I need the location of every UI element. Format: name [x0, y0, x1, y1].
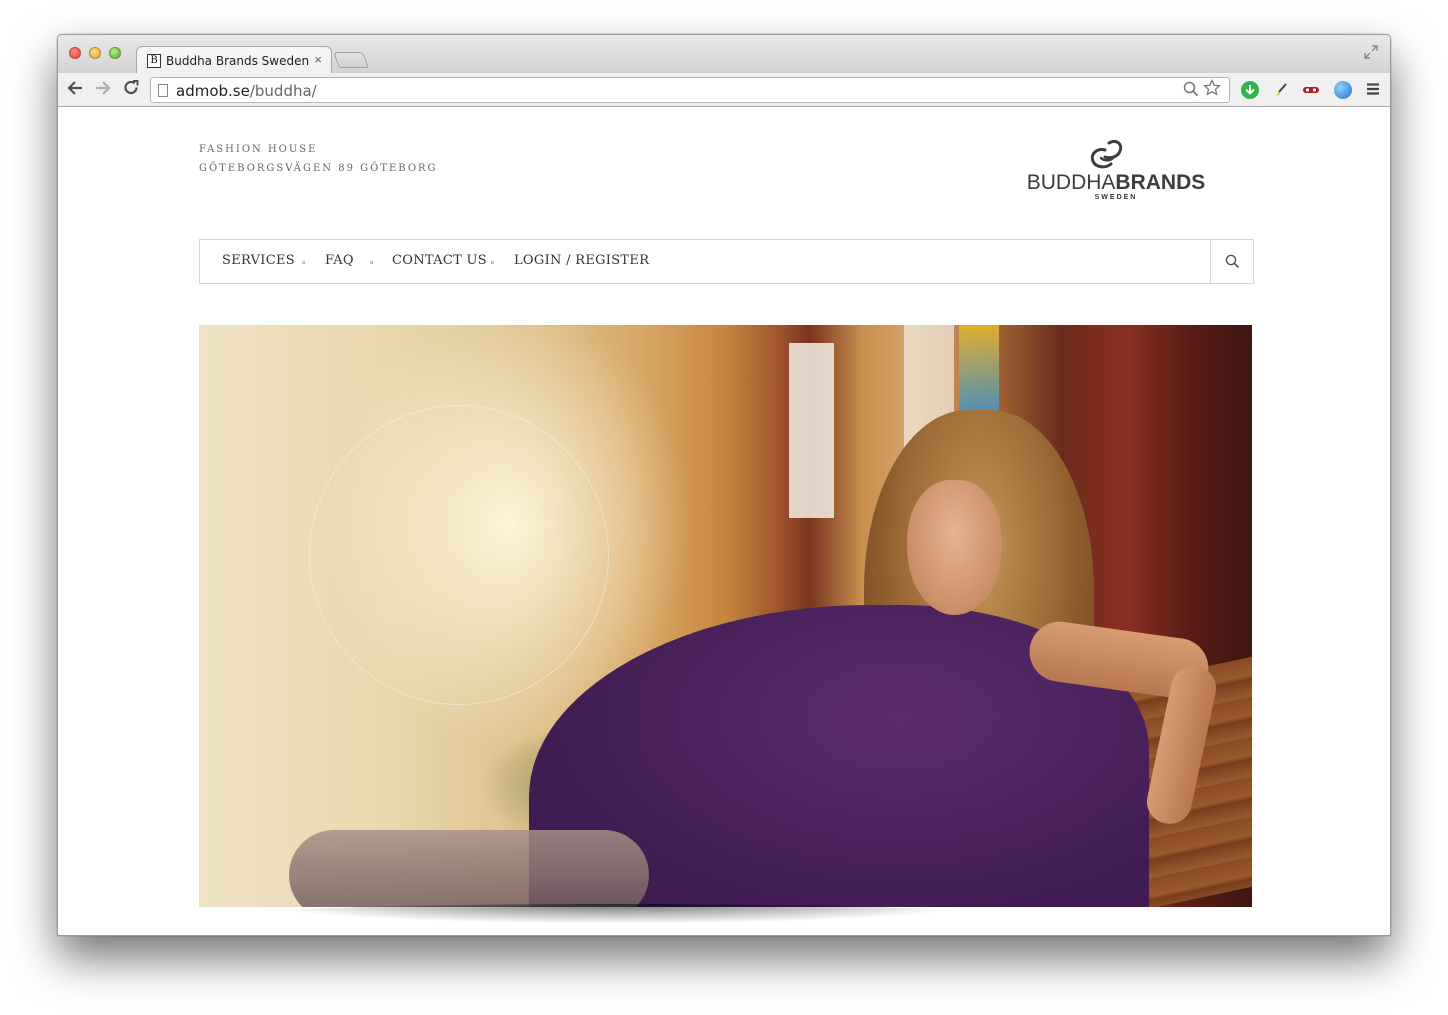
fullscreen-icon[interactable]	[1364, 45, 1378, 59]
logo-wordmark: BUDDHABRANDS	[1026, 171, 1206, 194]
brush-icon[interactable]	[1272, 81, 1290, 99]
back-button[interactable]	[65, 79, 85, 99]
download-icon[interactable]	[1241, 81, 1259, 99]
nav-item-contact-us[interactable]: CONTACT US	[392, 253, 487, 268]
nav-separator	[370, 261, 373, 264]
logo-mark-icon	[1090, 140, 1123, 169]
browser-window: B Buddha Brands Sweden × admob.se/buddha…	[57, 34, 1391, 936]
zoom-search-icon[interactable]	[1183, 81, 1199, 101]
hero-model-leg	[289, 830, 649, 907]
nav-search-button[interactable]	[1210, 240, 1253, 283]
hero-poster	[789, 343, 834, 518]
mask-icon[interactable]	[1302, 81, 1320, 99]
nav-separator	[491, 261, 494, 264]
hero-model-face	[907, 480, 1002, 615]
globe-icon[interactable]	[1334, 81, 1352, 99]
hero-colored-poster	[959, 325, 999, 420]
page-viewport: Fashion House Göteborgsvägen 89 Göteborg…	[58, 108, 1390, 935]
new-tab-button[interactable]	[333, 52, 369, 68]
hero-drop-shadow	[258, 904, 978, 924]
address-bar[interactable]: admob.se/buddha/	[150, 77, 1230, 103]
tab-strip: B Buddha Brands Sweden ×	[58, 35, 1390, 74]
buddha-brands-logo[interactable]: BUDDHABRANDS SWEDEN	[1024, 140, 1208, 206]
menu-icon[interactable]	[1364, 81, 1382, 99]
reload-button[interactable]	[121, 79, 141, 99]
hero-bokeh	[309, 405, 609, 705]
page-icon	[158, 84, 168, 97]
hero-image	[199, 325, 1252, 907]
browser-tab[interactable]: B Buddha Brands Sweden ×	[136, 46, 332, 74]
tagline-fashion-house: Fashion House	[199, 144, 318, 155]
main-navigation: SERVICES FAQ CONTACT US LOGIN / REGISTER	[199, 239, 1254, 284]
tab-title: Buddha Brands Sweden	[166, 54, 310, 68]
bookmark-star-icon[interactable]	[1203, 78, 1221, 102]
nav-separator	[302, 261, 305, 264]
tagline-address: Göteborgsvägen 89 Göteborg	[199, 163, 438, 174]
minimize-window-button[interactable]	[89, 47, 101, 59]
tab-close-icon[interactable]: ×	[314, 52, 322, 67]
zoom-window-button[interactable]	[109, 47, 121, 59]
browser-toolbar: admob.se/buddha/	[58, 73, 1390, 107]
nav-item-login-register[interactable]: LOGIN / REGISTER	[514, 253, 649, 268]
favicon-icon: B	[147, 54, 161, 68]
forward-button[interactable]	[93, 79, 113, 99]
nav-item-faq[interactable]: FAQ	[325, 253, 354, 268]
url-text[interactable]: admob.se/buddha/	[176, 82, 317, 100]
logo-subtitle: SWEDEN	[1094, 194, 1138, 201]
close-window-button[interactable]	[69, 47, 81, 59]
search-icon	[1225, 254, 1240, 269]
nav-item-services[interactable]: SERVICES	[222, 253, 295, 268]
